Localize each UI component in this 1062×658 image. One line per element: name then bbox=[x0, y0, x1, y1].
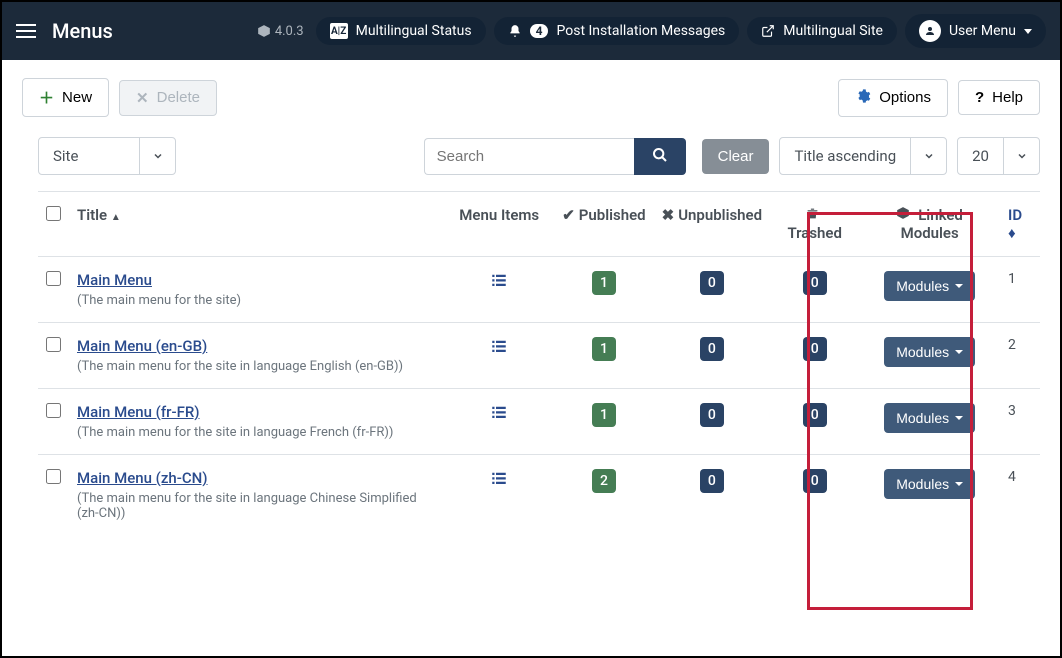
unpublished-count[interactable]: 0 bbox=[700, 337, 724, 361]
list-icon[interactable] bbox=[490, 273, 508, 294]
column-title[interactable]: Title ▲ bbox=[69, 192, 444, 257]
chevron-down-icon bbox=[910, 138, 946, 174]
menus-table: Title ▲ Menu Items ✔Published ✖Unpublish… bbox=[38, 191, 1040, 535]
top-header: Menus 4.0.3 A|Z Multilingual Status 4 Po… bbox=[2, 2, 1060, 60]
column-menu-items: Menu Items bbox=[444, 192, 554, 257]
sort-asc-icon: ▲ bbox=[111, 212, 121, 223]
column-trashed[interactable]: Trashed bbox=[770, 192, 859, 257]
joomla-version[interactable]: 4.0.3 bbox=[257, 24, 304, 39]
help-button[interactable]: ? Help bbox=[958, 80, 1040, 115]
action-toolbar: ＋ New ✕ Delete Options ? Help bbox=[2, 60, 1060, 127]
trashed-count[interactable]: 0 bbox=[803, 337, 827, 361]
menu-description: (The main menu for the site in language … bbox=[77, 359, 436, 374]
x-icon: ✖ bbox=[662, 206, 675, 224]
bell-icon bbox=[508, 24, 522, 38]
trashed-count[interactable]: 0 bbox=[803, 469, 827, 493]
published-count[interactable]: 1 bbox=[592, 271, 616, 295]
published-count[interactable]: 1 bbox=[592, 337, 616, 361]
list-icon[interactable] bbox=[490, 471, 508, 492]
published-count[interactable]: 2 bbox=[592, 469, 616, 493]
chevron-down-icon bbox=[1003, 138, 1039, 174]
table-row: Main Menu (en-GB) (The main menu for the … bbox=[38, 323, 1040, 389]
unpublished-count[interactable]: 0 bbox=[700, 403, 724, 427]
menu-description: (The main menu for the site) bbox=[77, 293, 436, 308]
external-link-icon bbox=[761, 24, 775, 38]
question-icon: ? bbox=[975, 89, 984, 106]
search-input[interactable] bbox=[424, 138, 634, 175]
search-icon bbox=[652, 147, 668, 163]
column-id[interactable]: ID ♦ bbox=[1000, 192, 1040, 257]
user-icon bbox=[919, 20, 941, 42]
row-checkbox[interactable] bbox=[46, 469, 61, 484]
menu-description: (The main menu for the site in language … bbox=[77, 491, 436, 521]
unpublished-count[interactable]: 0 bbox=[700, 271, 724, 295]
caret-down-icon bbox=[955, 350, 963, 354]
clear-button[interactable]: Clear bbox=[702, 139, 770, 174]
caret-down-icon bbox=[955, 416, 963, 420]
chevron-down-icon bbox=[1024, 29, 1032, 34]
filter-bar: Site Clear Title ascending 20 bbox=[2, 127, 1060, 191]
x-icon: ✕ bbox=[136, 89, 149, 107]
cube-icon bbox=[896, 206, 914, 224]
multilingual-status-button[interactable]: A|Z Multilingual Status bbox=[316, 17, 486, 45]
column-published[interactable]: ✔Published bbox=[554, 192, 653, 257]
unpublished-count[interactable]: 0 bbox=[700, 469, 724, 493]
table-row: Main Menu (fr-FR) (The main menu for the … bbox=[38, 389, 1040, 455]
sort-icon: ♦ bbox=[1008, 224, 1016, 242]
search-button[interactable] bbox=[634, 138, 686, 175]
check-icon: ✔ bbox=[562, 206, 575, 224]
modules-dropdown-button[interactable]: Modules bbox=[884, 271, 975, 301]
menu-title-link[interactable]: Main Menu (en-GB) bbox=[77, 337, 207, 355]
row-id: 4 bbox=[1000, 455, 1040, 536]
menu-toggle-icon[interactable] bbox=[16, 24, 36, 38]
modules-dropdown-button[interactable]: Modules bbox=[884, 337, 975, 367]
client-select[interactable]: Site bbox=[38, 137, 176, 175]
menu-title-link[interactable]: Main Menu (fr-FR) bbox=[77, 403, 200, 421]
trash-icon bbox=[806, 206, 819, 224]
language-icon: A|Z bbox=[330, 23, 348, 39]
gear-icon bbox=[855, 88, 871, 108]
options-button[interactable]: Options bbox=[838, 79, 948, 117]
trashed-count[interactable]: 0 bbox=[803, 403, 827, 427]
notification-count: 4 bbox=[530, 24, 549, 38]
caret-down-icon bbox=[955, 482, 963, 486]
row-id: 2 bbox=[1000, 323, 1040, 389]
new-button[interactable]: ＋ New bbox=[22, 78, 109, 117]
row-checkbox[interactable] bbox=[46, 337, 61, 352]
post-install-messages-button[interactable]: 4 Post Installation Messages bbox=[494, 17, 740, 45]
caret-down-icon bbox=[955, 284, 963, 288]
column-linked-modules: Linked Modules bbox=[859, 192, 1000, 257]
published-count[interactable]: 1 bbox=[592, 403, 616, 427]
row-checkbox[interactable] bbox=[46, 271, 61, 286]
joomla-icon bbox=[257, 24, 271, 38]
menu-title-link[interactable]: Main Menu (zh-CN) bbox=[77, 469, 208, 487]
select-all-checkbox[interactable] bbox=[46, 206, 61, 221]
modules-dropdown-button[interactable]: Modules bbox=[884, 469, 975, 499]
column-unpublished[interactable]: ✖Unpublished bbox=[654, 192, 770, 257]
list-icon[interactable] bbox=[490, 405, 508, 426]
user-menu-button[interactable]: User Menu bbox=[905, 14, 1046, 48]
row-id: 1 bbox=[1000, 257, 1040, 323]
list-icon[interactable] bbox=[490, 339, 508, 360]
chevron-down-icon bbox=[139, 138, 175, 174]
delete-button[interactable]: ✕ Delete bbox=[119, 80, 217, 116]
menu-title-link[interactable]: Main Menu bbox=[77, 271, 152, 289]
menu-description: (The main menu for the site in language … bbox=[77, 425, 436, 440]
trashed-count[interactable]: 0 bbox=[803, 271, 827, 295]
modules-dropdown-button[interactable]: Modules bbox=[884, 403, 975, 433]
table-row: Main Menu (zh-CN) (The main menu for the … bbox=[38, 455, 1040, 536]
multilingual-site-button[interactable]: Multilingual Site bbox=[747, 17, 897, 45]
row-checkbox[interactable] bbox=[46, 403, 61, 418]
sort-select[interactable]: Title ascending bbox=[779, 137, 947, 175]
row-id: 3 bbox=[1000, 389, 1040, 455]
limit-select[interactable]: 20 bbox=[957, 137, 1040, 175]
plus-icon: ＋ bbox=[39, 87, 54, 108]
page-title: Menus bbox=[52, 19, 247, 43]
table-row: Main Menu (The main menu for the site) 1 0 0… bbox=[38, 257, 1040, 323]
